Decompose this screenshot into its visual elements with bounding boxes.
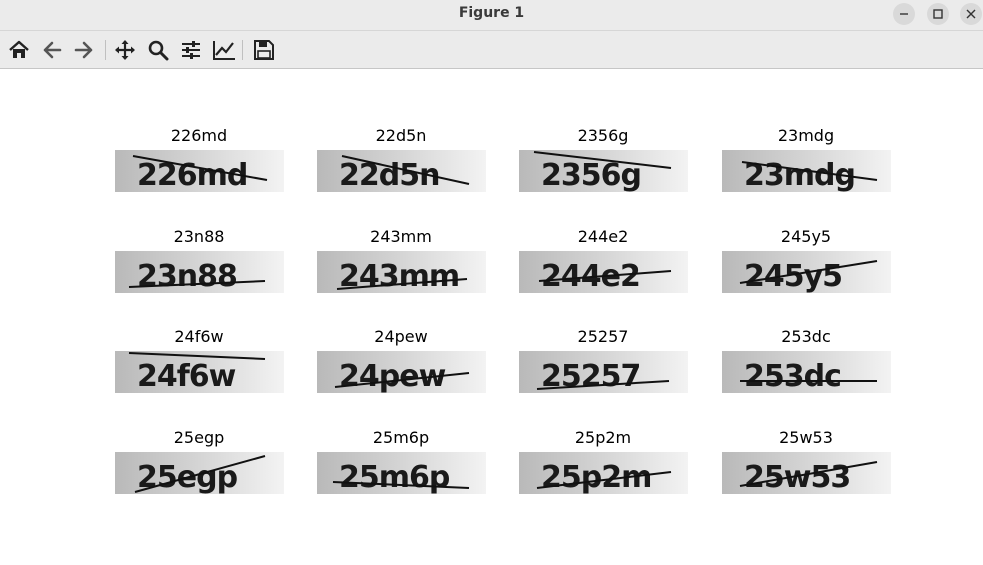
maximize-icon bbox=[933, 9, 943, 19]
window-title: Figure 1 bbox=[458, 5, 525, 21]
maximize-button[interactable] bbox=[927, 3, 949, 25]
subplot-title: 25257 bbox=[577, 327, 629, 346]
captcha-subplot: 22d5n 22d5n bbox=[316, 126, 486, 196]
captcha-image: 25m6p bbox=[317, 452, 486, 494]
minimize-icon bbox=[900, 13, 908, 15]
subplot-title: 24f6w bbox=[174, 327, 224, 346]
captcha-subplot: 2356g 2356g bbox=[518, 126, 688, 196]
captcha-text: 226md bbox=[137, 158, 247, 192]
captcha-image: 25257 bbox=[519, 351, 688, 393]
figure-canvas: 226md 226md 22d5n 22d5n 2356g 2356g 23mdg 23mdg… bbox=[0, 69, 983, 565]
captcha-image: 25w53 bbox=[722, 452, 891, 494]
subplot-title: 25egp bbox=[173, 428, 225, 447]
captcha-subplot: 23n88 23n88 bbox=[114, 227, 284, 297]
line-chart-icon bbox=[213, 41, 235, 60]
captcha-subplot: 243mm 243mm bbox=[316, 227, 486, 297]
captcha-image: 22d5n bbox=[317, 150, 486, 192]
captcha-subplot: 24pew 24pew bbox=[316, 327, 486, 397]
subplot-title: 245y5 bbox=[780, 227, 832, 246]
home-icon bbox=[9, 40, 29, 58]
subplot-title: 23mdg bbox=[777, 126, 835, 145]
captcha-subplot: 24f6w 24f6w bbox=[114, 327, 284, 397]
captcha-image: 23n88 bbox=[115, 251, 284, 293]
captcha-subplot: 226md 226md bbox=[114, 126, 284, 196]
back-button[interactable] bbox=[39, 37, 65, 63]
arrow-left-icon bbox=[43, 41, 62, 59]
captcha-image: 25egp bbox=[115, 452, 284, 494]
captcha-subplot: 253dc 253dc bbox=[721, 327, 891, 397]
subplot-title: 22d5n bbox=[375, 126, 427, 145]
captcha-text: 25m6p bbox=[339, 460, 450, 494]
captcha-subplot: 25m6p 25m6p bbox=[316, 428, 486, 498]
forward-button[interactable] bbox=[71, 37, 97, 63]
captcha-text: 253dc bbox=[744, 359, 841, 393]
captcha-subplot: 25p2m 25p2m bbox=[518, 428, 688, 498]
move-icon bbox=[115, 40, 135, 60]
captcha-image: 24f6w bbox=[115, 351, 284, 393]
captcha-image: 253dc bbox=[722, 351, 891, 393]
subplot-title: 25m6p bbox=[372, 428, 430, 447]
save-button[interactable] bbox=[251, 37, 277, 63]
sliders-icon bbox=[182, 41, 200, 59]
captcha-subplot: 23mdg 23mdg bbox=[721, 126, 891, 196]
captcha-image: 243mm bbox=[317, 251, 486, 293]
navigation-toolbar bbox=[0, 31, 983, 69]
subplot-title: 24pew bbox=[374, 327, 428, 346]
axes-button[interactable] bbox=[211, 37, 237, 63]
window-titlebar: Figure 1 bbox=[0, 0, 983, 31]
toolbar-separator bbox=[105, 40, 106, 60]
arrow-right-icon bbox=[74, 41, 93, 59]
close-icon bbox=[966, 9, 976, 19]
captcha-text: 24pew bbox=[339, 359, 446, 393]
captcha-image: 25p2m bbox=[519, 452, 688, 494]
captcha-image: 226md bbox=[115, 150, 284, 192]
zoom-button[interactable] bbox=[145, 37, 171, 63]
subplots-button[interactable] bbox=[178, 37, 204, 63]
captcha-subplot: 25w53 25w53 bbox=[721, 428, 891, 498]
captcha-subplot: 245y5 245y5 bbox=[721, 227, 891, 297]
toolbar-separator bbox=[242, 40, 243, 60]
captcha-text: 23n88 bbox=[137, 259, 237, 293]
captcha-subplot: 244e2 244e2 bbox=[518, 227, 688, 297]
captcha-image: 244e2 bbox=[519, 251, 688, 293]
captcha-subplot: 25egp 25egp bbox=[114, 428, 284, 498]
subplot-title: 25w53 bbox=[779, 428, 833, 447]
pan-button[interactable] bbox=[112, 37, 138, 63]
captcha-subplot: 25257 25257 bbox=[518, 327, 688, 397]
minimize-button[interactable] bbox=[893, 3, 915, 25]
captcha-text: 245y5 bbox=[744, 259, 842, 293]
subplot-title: 243mm bbox=[370, 227, 432, 246]
home-button[interactable] bbox=[6, 37, 32, 63]
floppy-disk-icon bbox=[254, 40, 274, 60]
captcha-image: 23mdg bbox=[722, 150, 891, 192]
subplot-title: 226md bbox=[170, 126, 228, 145]
captcha-image: 2356g bbox=[519, 150, 688, 192]
subplot-title: 244e2 bbox=[577, 227, 629, 246]
captcha-text: 24f6w bbox=[137, 359, 236, 393]
captcha-text: 244e2 bbox=[541, 259, 640, 293]
subplot-title: 2356g bbox=[577, 126, 629, 145]
subplot-title: 23n88 bbox=[173, 227, 225, 246]
subplot-title: 253dc bbox=[781, 327, 831, 346]
captcha-image: 24pew bbox=[317, 351, 486, 393]
subplot-title: 25p2m bbox=[574, 428, 632, 447]
magnifier-icon bbox=[148, 40, 169, 61]
captcha-image: 245y5 bbox=[722, 251, 891, 293]
close-button[interactable] bbox=[960, 3, 982, 25]
